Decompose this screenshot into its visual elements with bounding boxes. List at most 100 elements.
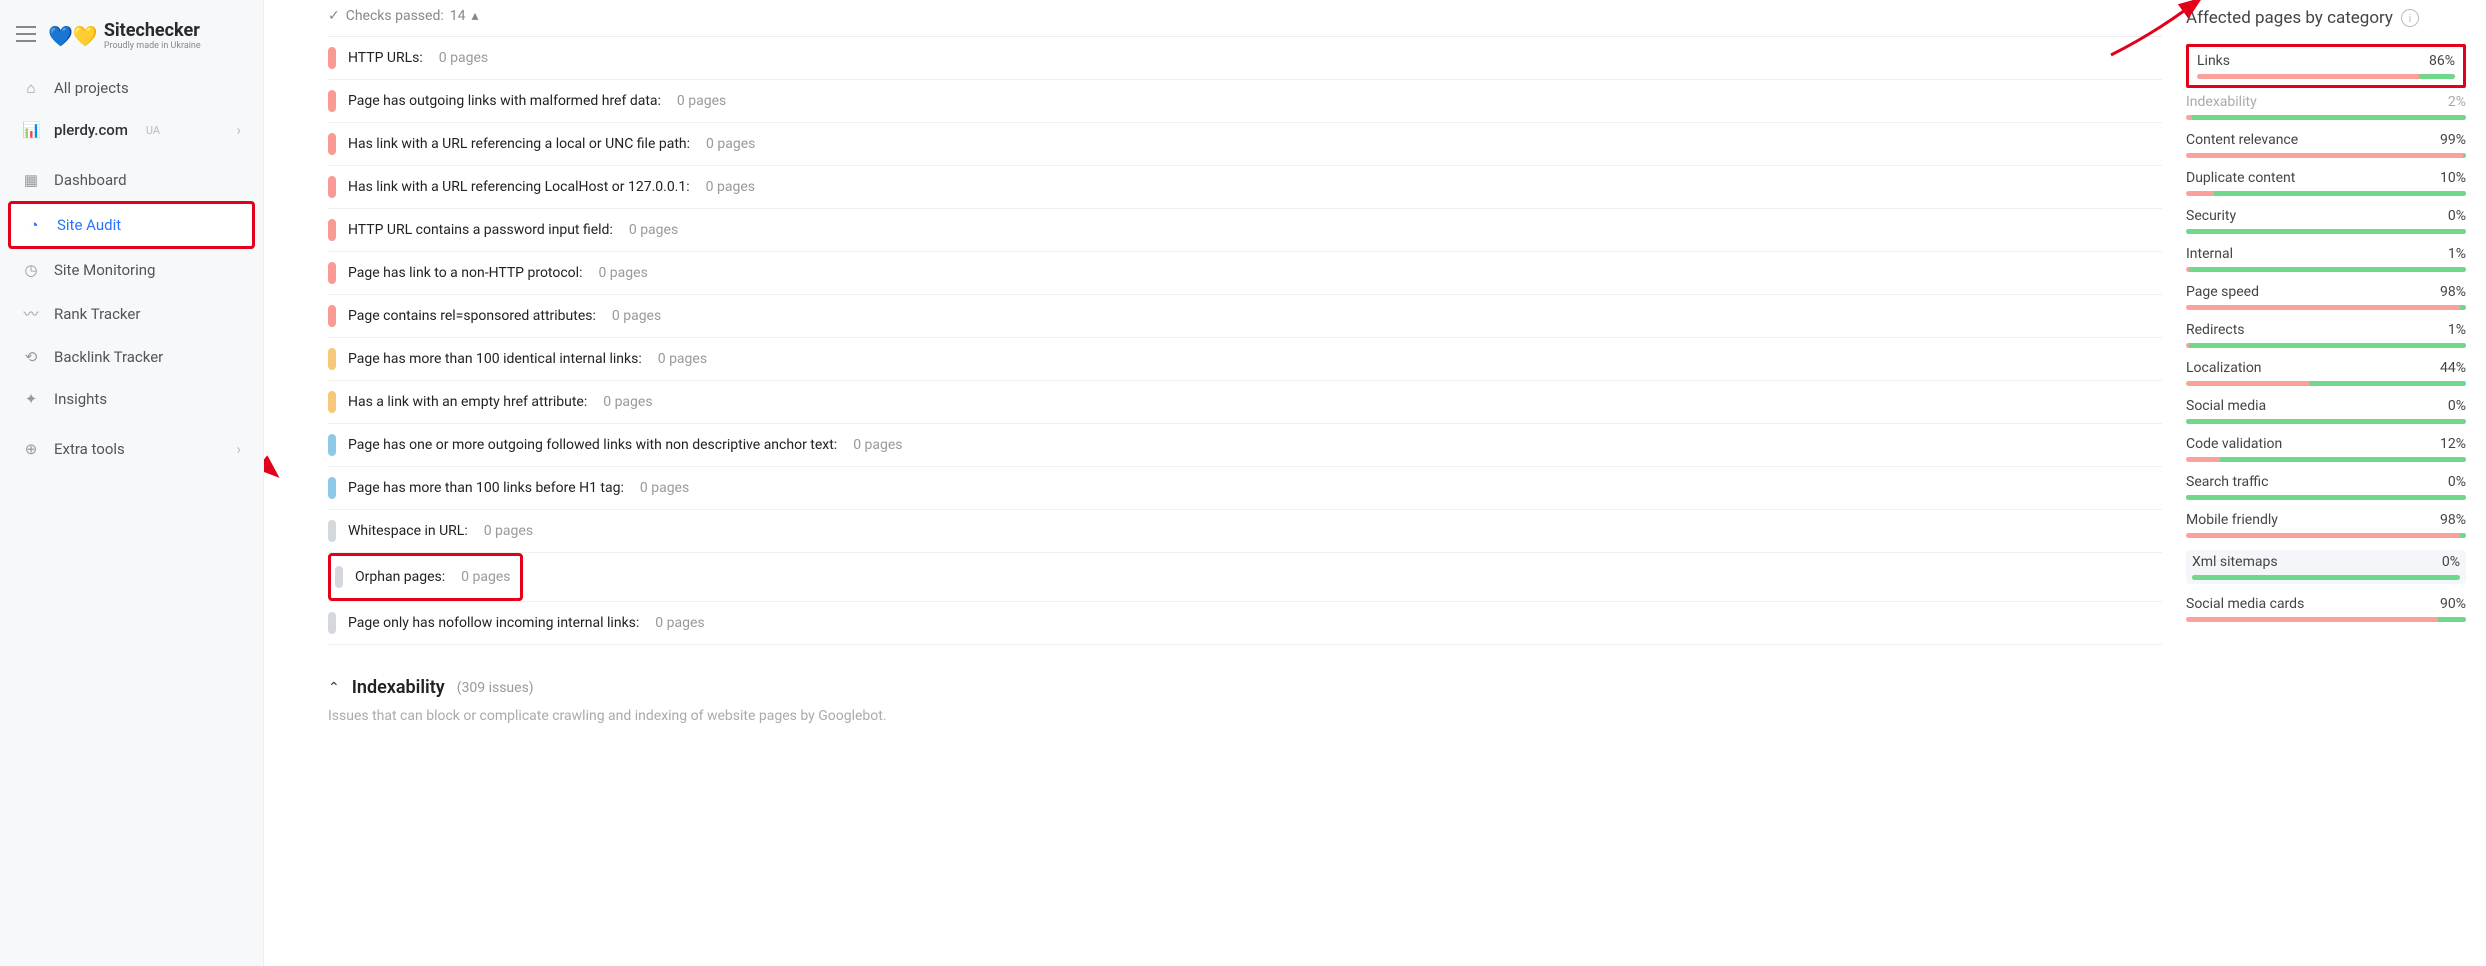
progress-bar	[2186, 617, 2466, 622]
check-count: 0 pages	[603, 394, 652, 410]
check-label: Page has link to a non-HTTP protocol:	[348, 265, 582, 281]
category-row-search-traffic[interactable]: Search traffic0%	[2186, 474, 2466, 500]
check-label: Orphan pages:	[355, 569, 445, 585]
section-title: Indexability	[352, 677, 445, 698]
progress-bar	[2186, 343, 2466, 348]
progress-bar	[2186, 267, 2466, 272]
category-row-internal[interactable]: Internal 1%	[2186, 246, 2466, 272]
severity-indicator	[328, 305, 336, 327]
chart-icon: 📊	[22, 121, 40, 139]
category-percent: 12%	[2440, 436, 2466, 452]
checks-passed-count: 14	[450, 8, 466, 24]
check-row[interactable]: HTTP URL contains a password input field…	[328, 209, 2162, 252]
logo[interactable]: 💙💛 Sitechecker Proudly made in Ukraine	[48, 20, 201, 51]
severity-indicator	[328, 520, 336, 542]
category-row-xml-sitemaps[interactable]: Xml sitemaps0%	[2186, 550, 2466, 584]
sidebar-item-all-projects[interactable]: ⌂ All projects	[8, 67, 255, 109]
check-row[interactable]: Orphan pages: 0 pages	[335, 556, 510, 598]
gauge-icon: ◔	[25, 216, 43, 234]
check-label: Has link with a URL referencing LocalHos…	[348, 179, 690, 195]
sidebar-item-dashboard[interactable]: ▦Dashboard	[8, 159, 255, 201]
section-header-indexability[interactable]: ⌃ Indexability (309 issues)	[328, 677, 2162, 698]
sidebar-item-label: Rank Tracker	[54, 305, 140, 323]
category-row-mobile-friendly[interactable]: Mobile friendly 98%	[2186, 512, 2466, 538]
sidebar-item-site-monitoring[interactable]: ◷Site Monitoring	[8, 249, 255, 291]
category-row-duplicate-content[interactable]: Duplicate content10%	[2186, 170, 2466, 196]
category-row-redirects[interactable]: Redirects1%	[2186, 322, 2466, 348]
check-count: 0 pages	[612, 308, 661, 324]
category-name: Internal	[2186, 246, 2233, 262]
check-count: 0 pages	[439, 50, 488, 66]
link-icon: ⟲	[22, 348, 40, 366]
category-name: Social media cards	[2186, 596, 2304, 612]
sidebar-item-extra-tools[interactable]: ⊕ Extra tools ›	[8, 428, 255, 470]
check-label: Page has more than 100 links before H1 t…	[348, 480, 624, 496]
sidebar-item-domain[interactable]: 📊 plerdy.com UA ›	[8, 109, 255, 151]
checks-passed-label: Checks passed:	[346, 8, 444, 24]
category-name: Redirects	[2186, 322, 2245, 338]
check-row[interactable]: Page has more than 100 links before H1 t…	[328, 467, 2162, 510]
category-row-social-media[interactable]: Social media0%	[2186, 398, 2466, 424]
severity-indicator	[328, 176, 336, 198]
check-row[interactable]: HTTP URLs: 0 pages	[328, 37, 2162, 80]
category-row-indexability[interactable]: Indexability2%	[2186, 94, 2466, 120]
category-percent: 98%	[2440, 512, 2466, 528]
category-percent: 0%	[2442, 554, 2460, 570]
check-row[interactable]: Whitespace in URL: 0 pages	[328, 510, 2162, 553]
severity-indicator	[328, 391, 336, 413]
check-row[interactable]: Has link with a URL referencing LocalHos…	[328, 166, 2162, 209]
check-row[interactable]: Page has more than 100 identical interna…	[328, 338, 2162, 381]
sidebar-item-insights[interactable]: ✦Insights	[8, 378, 255, 420]
section-issues-count: (309 issues)	[457, 680, 534, 696]
check-row[interactable]: Page contains rel=sponsored attributes: …	[328, 295, 2162, 338]
sidebar: 💙💛 Sitechecker Proudly made in Ukraine ⌂…	[0, 0, 264, 966]
check-label: HTTP URLs:	[348, 50, 423, 66]
severity-indicator	[328, 612, 336, 634]
check-row[interactable]: Has link with a URL referencing a local …	[328, 123, 2162, 166]
severity-indicator	[328, 348, 336, 370]
category-row-links[interactable]: Links86%	[2186, 44, 2466, 88]
logo-title: Sitechecker	[104, 20, 201, 41]
clock-icon: ◷	[22, 261, 40, 279]
check-count: 0 pages	[658, 351, 707, 367]
sidebar-item-site-audit[interactable]: ◔Site Audit	[8, 201, 255, 249]
checks-passed-summary[interactable]: ✓ Checks passed: 14 ▴	[328, 8, 2162, 24]
check-row[interactable]: Page has link to a non-HTTP protocol: 0 …	[328, 252, 2162, 295]
check-count: 0 pages	[598, 265, 647, 281]
sidebar-item-label: Backlink Tracker	[54, 348, 163, 366]
hamburger-icon[interactable]	[16, 26, 36, 46]
category-percent: 1%	[2448, 246, 2466, 262]
info-icon[interactable]: i	[2401, 9, 2419, 27]
progress-bar	[2186, 153, 2466, 158]
category-row-page-speed[interactable]: Page speed98%	[2186, 284, 2466, 310]
check-row[interactable]: Has a link with an empty href attribute:…	[328, 381, 2162, 424]
check-row[interactable]: Page only has nofollow incoming internal…	[328, 602, 2162, 645]
section-description: Issues that can block or complicate craw…	[328, 708, 2162, 724]
progress-bar	[2186, 115, 2466, 120]
check-label: Page has outgoing links with malformed h…	[348, 93, 661, 109]
progress-bar	[2186, 381, 2466, 386]
category-row-security[interactable]: Security0%	[2186, 208, 2466, 234]
category-name: Social media	[2186, 398, 2266, 414]
progress-bar	[2186, 457, 2466, 462]
category-row-code-validation[interactable]: Code validation12%	[2186, 436, 2466, 462]
check-label: Whitespace in URL:	[348, 523, 468, 539]
sidebar-item-rank-tracker[interactable]: 〰Rank Tracker	[8, 291, 255, 336]
category-name: Duplicate content	[2186, 170, 2295, 186]
chevron-up-icon: ▴	[472, 8, 479, 24]
home-icon: ⌂	[22, 79, 40, 97]
category-row-content-relevance[interactable]: Content relevance99%	[2186, 132, 2466, 158]
check-row[interactable]: Page has outgoing links with malformed h…	[328, 80, 2162, 123]
category-name: Mobile friendly	[2186, 512, 2278, 528]
main-content: ✓ Checks passed: 14 ▴ HTTP URLs: 0 pages…	[264, 0, 2186, 966]
category-row-social-media-cards[interactable]: Social media cards90%	[2186, 596, 2466, 622]
check-count: 0 pages	[629, 222, 678, 238]
grid-icon: ▦	[22, 171, 40, 189]
severity-indicator	[328, 219, 336, 241]
check-row[interactable]: Page has one or more outgoing followed l…	[328, 424, 2162, 467]
sidebar-domain-tag: UA	[146, 124, 160, 137]
category-row-localization[interactable]: Localization44%	[2186, 360, 2466, 386]
sidebar-item-backlink-tracker[interactable]: ⟲ Backlink Tracker	[8, 336, 255, 378]
severity-indicator	[328, 47, 336, 69]
sidebar-item-label: Extra tools	[54, 440, 125, 458]
